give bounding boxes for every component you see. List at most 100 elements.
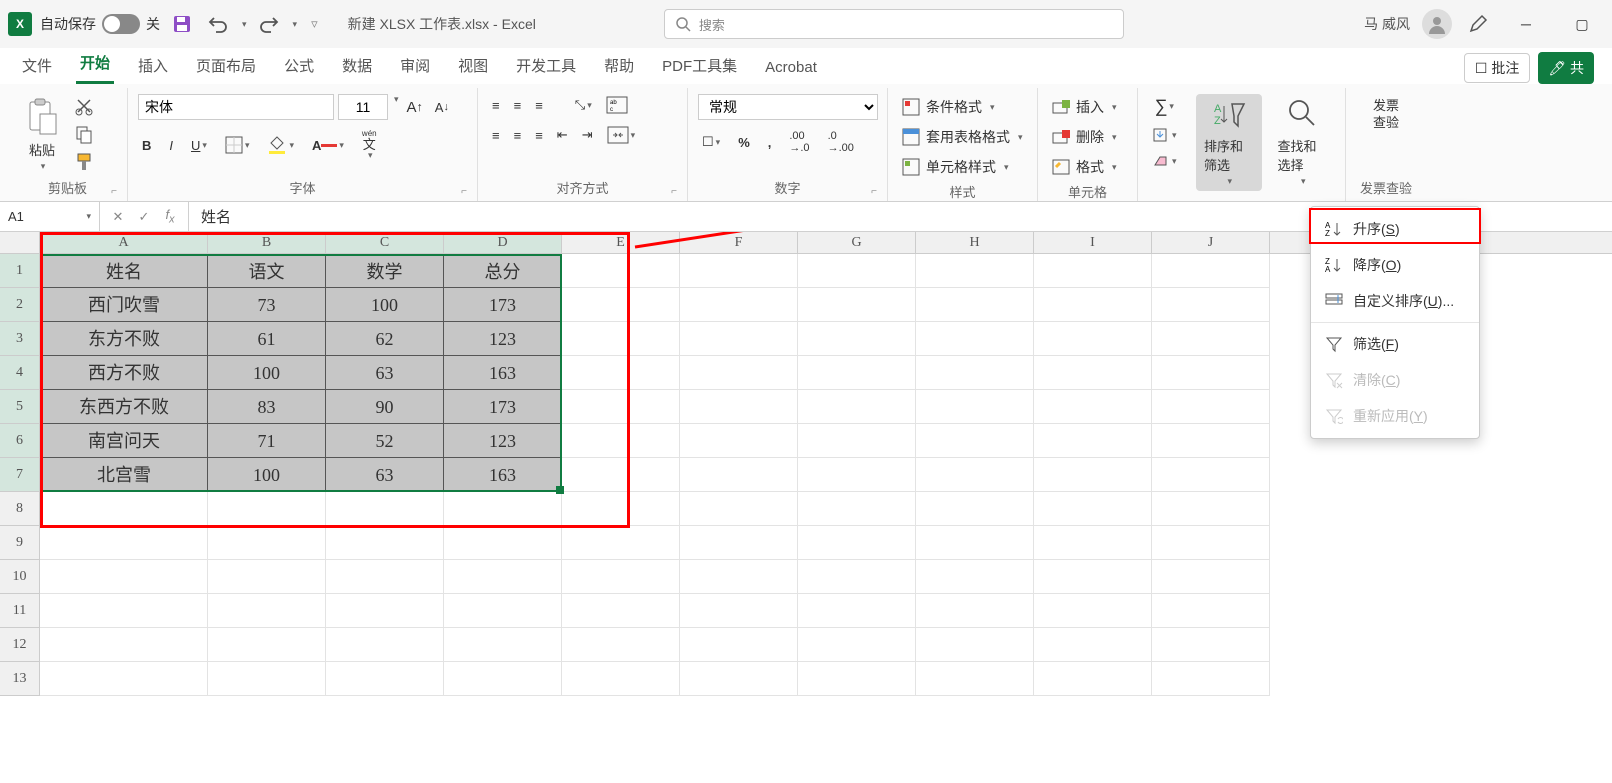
cell[interactable] — [1152, 254, 1270, 288]
cell[interactable] — [916, 322, 1034, 356]
avatar[interactable] — [1422, 9, 1452, 39]
cell[interactable] — [1034, 662, 1152, 696]
row-header[interactable]: 13 — [0, 662, 40, 696]
cell[interactable] — [1152, 628, 1270, 662]
align-right-button[interactable]: ≡ — [531, 124, 547, 146]
cell[interactable] — [562, 526, 680, 560]
cell[interactable] — [562, 322, 680, 356]
cell[interactable] — [1152, 662, 1270, 696]
cell[interactable] — [40, 560, 208, 594]
cell[interactable] — [1152, 356, 1270, 390]
cell[interactable]: 100 — [208, 458, 326, 492]
cell[interactable]: 52 — [326, 424, 444, 458]
indent-decrease-button[interactable]: ⇤ — [553, 124, 572, 146]
cell[interactable]: 东方不败 — [40, 322, 208, 356]
fx-button[interactable]: fx — [158, 202, 182, 231]
cell[interactable] — [798, 254, 916, 288]
cell[interactable] — [562, 288, 680, 322]
bold-button[interactable]: B — [138, 128, 155, 162]
cell[interactable] — [916, 628, 1034, 662]
table-format-button[interactable]: 套用表格格式▾ — [898, 124, 1027, 150]
cell[interactable] — [680, 594, 798, 628]
percent-button[interactable]: % — [734, 128, 754, 156]
cell-styles-button[interactable]: 单元格样式▾ — [898, 154, 1027, 180]
delete-cells-button[interactable]: 删除▾ — [1048, 124, 1121, 150]
cell[interactable] — [326, 560, 444, 594]
increase-decimal-button[interactable]: .00→.0 — [785, 128, 813, 156]
column-header[interactable]: J — [1152, 232, 1270, 253]
tab-formula[interactable]: 公式 — [280, 49, 318, 84]
row-header[interactable]: 3 — [0, 322, 40, 356]
tab-layout[interactable]: 页面布局 — [192, 49, 260, 84]
cell[interactable] — [326, 662, 444, 696]
tab-dev[interactable]: 开发工具 — [512, 49, 580, 84]
cell[interactable]: 73 — [208, 288, 326, 322]
cell[interactable] — [1034, 628, 1152, 662]
cell[interactable] — [680, 560, 798, 594]
cell[interactable] — [916, 662, 1034, 696]
cell[interactable] — [208, 492, 326, 526]
row-header[interactable]: 5 — [0, 390, 40, 424]
cell[interactable] — [444, 662, 562, 696]
align-left-button[interactable]: ≡ — [488, 124, 504, 146]
underline-button[interactable]: U▾ — [187, 128, 211, 162]
cell[interactable] — [798, 458, 916, 492]
cell[interactable] — [916, 526, 1034, 560]
column-header[interactable]: A — [40, 232, 208, 253]
cell[interactable] — [680, 322, 798, 356]
wrap-text-button[interactable]: abc — [602, 94, 632, 116]
cell[interactable] — [680, 254, 798, 288]
cell[interactable]: 南宫问天 — [40, 424, 208, 458]
cell[interactable] — [444, 628, 562, 662]
cell[interactable]: 123 — [444, 424, 562, 458]
confirm-formula-button[interactable]: ✓ — [132, 202, 156, 231]
comma-button[interactable]: , — [764, 128, 776, 156]
row-header[interactable]: 7 — [0, 458, 40, 492]
save-button[interactable] — [168, 10, 196, 38]
cell[interactable] — [562, 356, 680, 390]
cell[interactable] — [798, 628, 916, 662]
cell[interactable] — [1152, 594, 1270, 628]
italic-button[interactable]: I — [165, 128, 177, 162]
redo-button[interactable] — [255, 10, 283, 38]
cell[interactable]: 西门吹雪 — [40, 288, 208, 322]
column-header[interactable]: I — [1034, 232, 1152, 253]
cell[interactable] — [562, 458, 680, 492]
autosave-toggle[interactable]: 自动保存 关 — [40, 14, 160, 34]
cell[interactable]: 71 — [208, 424, 326, 458]
cell[interactable] — [444, 526, 562, 560]
sort-asc-item[interactable]: AZ 升序(S) — [1311, 211, 1479, 247]
cell[interactable] — [680, 492, 798, 526]
cell[interactable] — [680, 628, 798, 662]
cell[interactable] — [798, 322, 916, 356]
cell[interactable] — [208, 560, 326, 594]
pen-icon[interactable] — [1464, 10, 1492, 38]
cell[interactable] — [40, 526, 208, 560]
increase-font-button[interactable]: A↑ — [403, 94, 427, 120]
autosum-button[interactable]: ∑▾ — [1148, 94, 1181, 119]
column-header[interactable]: E — [562, 232, 680, 253]
cell[interactable] — [680, 424, 798, 458]
cell[interactable] — [680, 390, 798, 424]
tab-review[interactable]: 审阅 — [396, 49, 434, 84]
cell[interactable] — [1152, 560, 1270, 594]
find-select-button[interactable]: 查找和选择▾ — [1270, 94, 1336, 191]
cell[interactable] — [444, 560, 562, 594]
cell[interactable] — [562, 254, 680, 288]
column-header[interactable]: H — [916, 232, 1034, 253]
row-header[interactable]: 8 — [0, 492, 40, 526]
cell[interactable] — [326, 628, 444, 662]
cell[interactable] — [1034, 458, 1152, 492]
align-top-button[interactable]: ≡ — [488, 94, 504, 116]
cell[interactable] — [562, 594, 680, 628]
cell[interactable]: 63 — [326, 458, 444, 492]
cell[interactable] — [1034, 254, 1152, 288]
user-name[interactable]: 马 威风 — [1364, 14, 1410, 34]
cell[interactable] — [916, 288, 1034, 322]
cell[interactable]: 173 — [444, 288, 562, 322]
column-header[interactable]: F — [680, 232, 798, 253]
cell[interactable] — [1152, 492, 1270, 526]
cell[interactable] — [326, 594, 444, 628]
cell[interactable] — [208, 628, 326, 662]
row-header[interactable]: 9 — [0, 526, 40, 560]
